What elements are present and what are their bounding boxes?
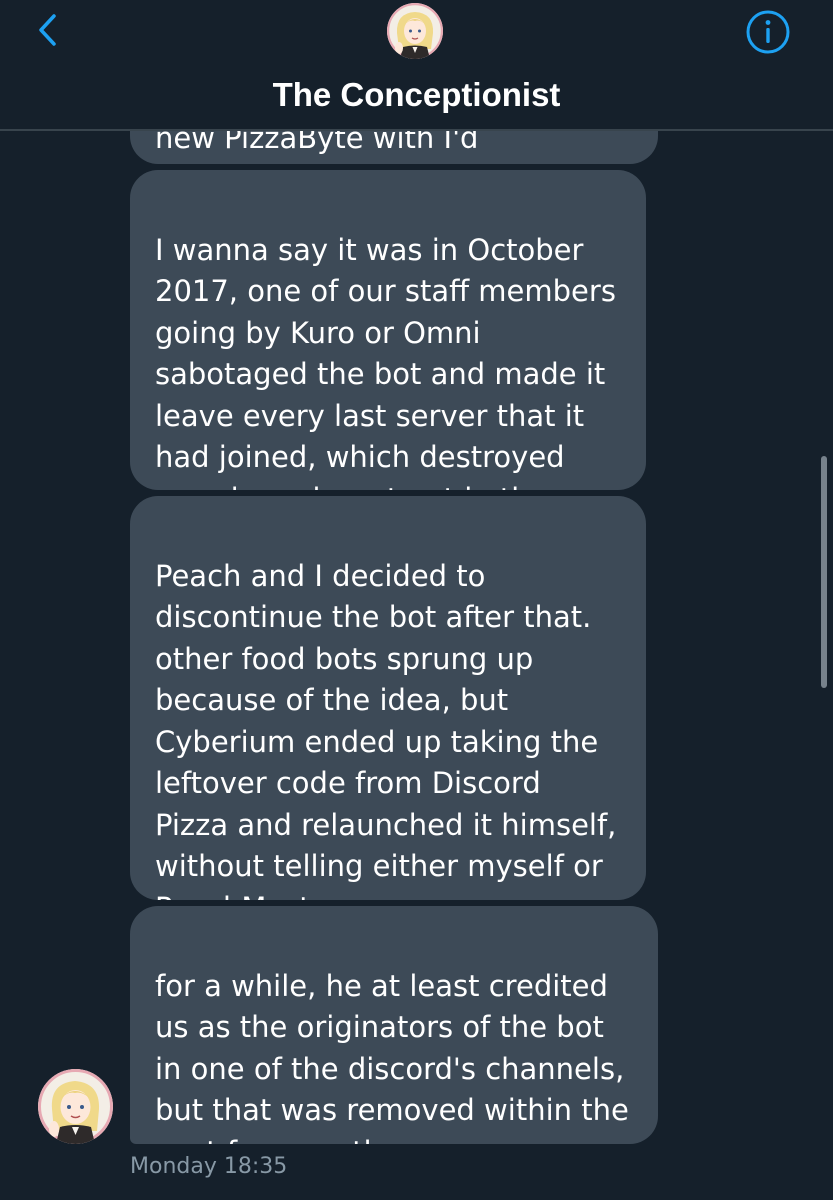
message-bubble[interactable]: for a while, he at least credited us as … — [130, 906, 658, 1144]
message-thread: new PizzaByte with I'd I wanna say it wa… — [0, 0, 833, 1200]
conversation-title: The Conceptionist — [272, 76, 561, 113]
scrollbar[interactable] — [821, 456, 827, 688]
message-text: Peach and I decided to discontinue the b… — [155, 558, 617, 901]
chevron-left-icon — [39, 14, 56, 46]
conversation-header: The Conceptionist — [0, 0, 833, 131]
message-bubble[interactable]: I wanna say it was in October 2017, one … — [130, 170, 646, 490]
message-bubble[interactable]: Peach and I decided to discontinue the b… — [130, 496, 646, 900]
info-button[interactable] — [744, 8, 792, 56]
message-text: for a while, he at least credited us as … — [155, 968, 629, 1145]
back-button[interactable] — [30, 10, 66, 50]
message-text: I wanna say it was in October 2017, one … — [155, 232, 616, 491]
message-timestamp: Monday 18:35 — [130, 1154, 288, 1179]
info-circle-icon — [746, 10, 790, 54]
sender-avatar[interactable] — [38, 1069, 113, 1144]
contact-avatar[interactable] — [387, 3, 443, 59]
